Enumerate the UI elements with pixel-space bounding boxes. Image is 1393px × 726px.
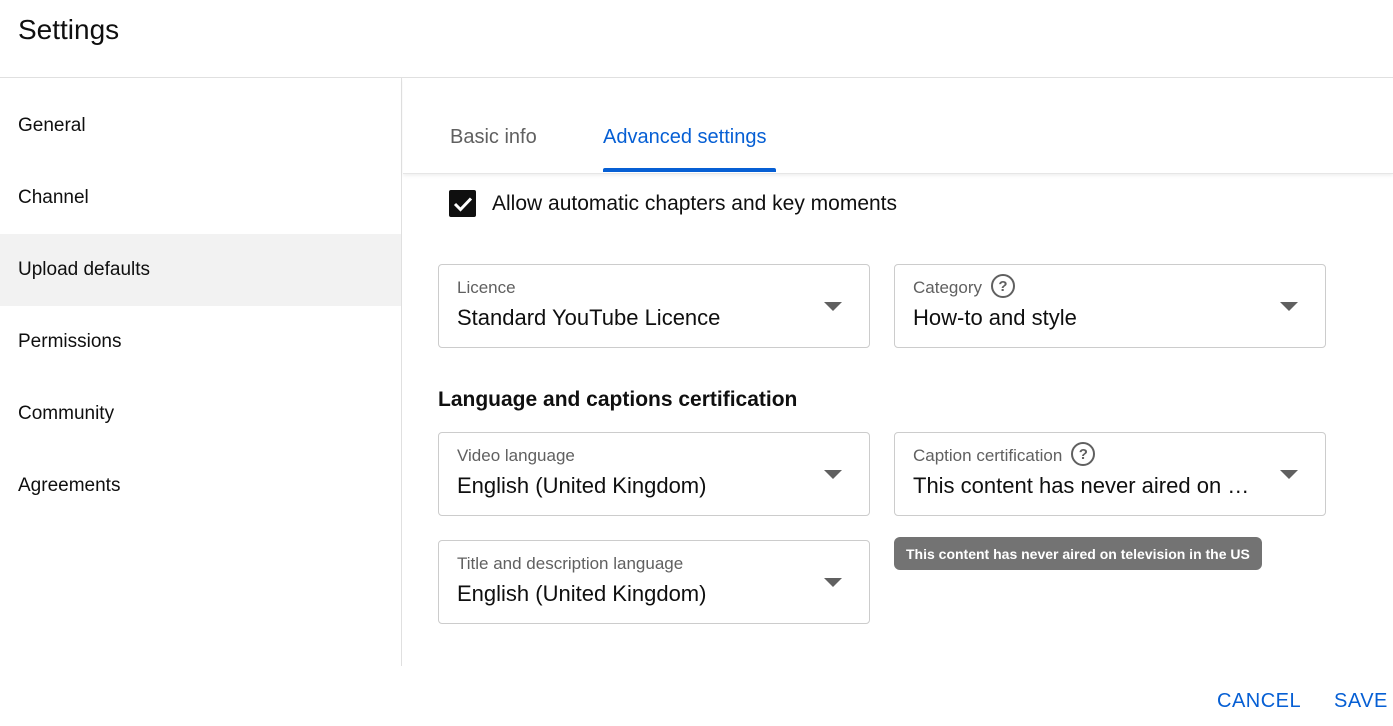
title-language-label: Title and description language (457, 554, 684, 573)
chapters-checkbox[interactable] (449, 190, 476, 217)
licence-label: Licence (457, 278, 516, 297)
page-title: Settings (18, 14, 120, 45)
dropdown-arrow-icon (1280, 302, 1298, 311)
video-language-select[interactable]: Video language English (United Kingdom) (438, 432, 870, 516)
licence-value: Standard YouTube Licence (457, 305, 721, 330)
sidebar-item-agreements[interactable]: Agreements (0, 450, 401, 522)
caption-certification-select[interactable]: Caption certification ? This content has… (894, 432, 1326, 516)
sidebar-item-upload-defaults[interactable]: Upload defaults (0, 234, 401, 306)
category-label: Category (913, 278, 982, 297)
dropdown-arrow-icon (824, 578, 842, 587)
tab-advanced-settings[interactable]: Advanced settings (603, 126, 766, 149)
sidebar: General Channel Upload defaults Permissi… (0, 78, 402, 666)
title-language-value: English (United Kingdom) (457, 581, 707, 606)
dropdown-arrow-icon (824, 470, 842, 479)
chapters-label: Allow automatic chapters and key moments (492, 191, 898, 215)
language-section-title: Language and captions certification (438, 388, 798, 411)
help-icon[interactable]: ? (990, 274, 1015, 298)
sidebar-item-channel[interactable]: Channel (0, 162, 401, 234)
help-icon[interactable]: ? (1071, 442, 1096, 466)
caption-certification-label: Caption certification (913, 446, 1063, 465)
title-language-select[interactable]: Title and description language English (… (438, 540, 870, 624)
save-button[interactable]: SAVE (1334, 690, 1388, 713)
category-value: How-to and style (913, 305, 1077, 330)
tab-basic-info[interactable]: Basic info (450, 126, 537, 149)
category-select[interactable]: Category ? How-to and style (894, 264, 1326, 348)
dropdown-arrow-icon (824, 302, 842, 311)
caption-certification-value: This content has never aired on … (913, 473, 1250, 498)
sidebar-item-general[interactable]: General (0, 90, 401, 162)
cancel-button[interactable]: CANCEL (1217, 690, 1301, 713)
caption-tooltip: This content has never aired on televisi… (894, 537, 1262, 570)
category-label-row: Category ? (913, 274, 1015, 298)
sidebar-item-community[interactable]: Community (0, 378, 401, 450)
dropdown-arrow-icon (1280, 470, 1298, 479)
video-language-value: English (United Kingdom) (457, 473, 707, 498)
active-tab-indicator (603, 168, 776, 172)
dialog-header: Settings (0, 0, 1393, 78)
licence-select[interactable]: Licence Standard YouTube Licence (438, 264, 870, 348)
checkmark-icon (453, 196, 472, 212)
caption-certification-label-row: Caption certification ? (913, 442, 1096, 466)
chapters-row: Allow automatic chapters and key moments (449, 190, 897, 217)
video-language-label: Video language (457, 446, 575, 465)
tab-bar: Basic info Advanced settings (403, 78, 1393, 174)
sidebar-item-permissions[interactable]: Permissions (0, 306, 401, 378)
